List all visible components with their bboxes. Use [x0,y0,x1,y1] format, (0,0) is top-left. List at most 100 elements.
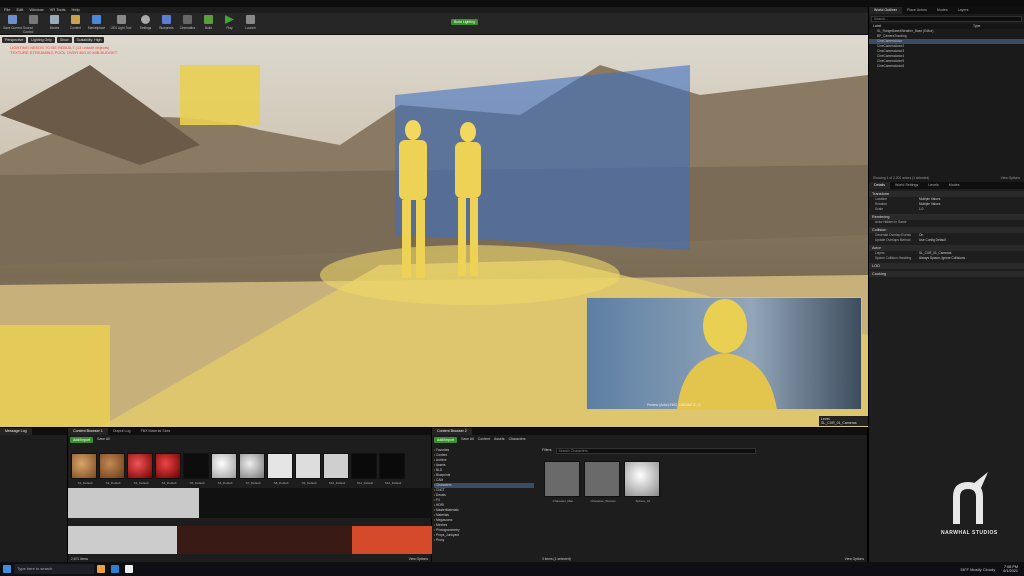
filters-button[interactable]: Filters [542,448,552,454]
add-import-button-2[interactable]: Add/Import [434,437,458,443]
character-figures[interactable] [385,120,495,280]
tab-levels[interactable]: Levels [923,182,943,189]
asset-thumbnail[interactable]: S4_Default [155,453,181,485]
prop-update-overlaps: Update Overlaps Method Use Config Default [875,238,946,242]
play-button[interactable]: Play [219,13,240,34]
save-all-button-2[interactable]: Save All [461,437,474,443]
content-browser-2: Content Browser 2 Add/Import Save All Co… [432,428,868,563]
path-assets[interactable]: Assets [494,437,505,443]
windows-taskbar: Type here to search 56°F Mostly Cloudy 7… [0,562,1024,576]
tab-message-log[interactable]: Message Log [0,428,32,435]
light-tool-icon [116,15,126,24]
marketplace-button[interactable]: Marketplace [86,13,107,34]
outliner-search-input[interactable]: Search... [871,16,1022,22]
modes-icon [50,15,59,24]
show-button[interactable]: Show [56,37,72,43]
content-toolbar-1: Add/Import Save All [68,435,431,445]
system-clock[interactable]: 7:08 PM 6/1/2021 [1003,565,1024,573]
asset-thumbnail[interactable]: S2_Default [99,453,125,485]
asset-thumbnail[interactable]: S5_Default [183,453,209,485]
view-options-1[interactable]: View Options [409,557,428,561]
content-icon [71,15,80,24]
lighting-mode-button[interactable]: Lighting Only [28,37,55,43]
tab-layers[interactable]: Layers [953,7,974,14]
asset-thumbnail[interactable]: S1_Default [71,453,97,485]
asset-sphere[interactable]: Sphere_01 [624,461,660,503]
tab-details[interactable]: Details [869,182,890,189]
content-filter-bar: Filters Search Characters [542,448,756,454]
settings-button[interactable]: Settings [135,13,156,34]
tab-output-log[interactable]: Output Log [108,428,136,435]
asset-thumbnail[interactable]: S11_Default [351,453,377,485]
build-lighting-button[interactable]: Build Lighting [451,19,479,25]
path-characters[interactable]: Characters [509,437,526,443]
content-search-input[interactable]: Search Characters [555,448,756,454]
cinematics-button[interactable]: Cinematics [177,13,198,34]
source-control-icon [29,15,38,24]
tab-modes[interactable]: Modes [944,182,965,189]
asset-character-woman[interactable]: Character_Woman [584,461,620,503]
prop-scale: Scale 1.0 [875,207,924,211]
outliner-view-options[interactable]: View Options [1001,176,1020,180]
folder-item[interactable]: Proxy [434,538,534,543]
viewport-controls: Perspective Lighting Only Show Scalabili… [2,37,105,43]
prop-hidden-in-game: Actor Hidden In Game [875,220,907,224]
outliner-status: Showing 1 of 2,200 actors (1 selected) [873,176,930,180]
folder-tree: Favorites Content Archive Assets BLD Blu… [434,448,534,560]
path-content[interactable]: Content [478,437,490,443]
asset-row-3[interactable] [68,526,432,554]
title-bar [0,0,1024,7]
level-viewport[interactable]: Perspective Lighting Only Show Scalabili… [0,35,868,427]
content-button[interactable]: Content [65,13,86,34]
modes-button[interactable]: Modes [44,13,65,34]
prop-spawn-collision: Spawn Collision Handling Always Spawn, Ig… [875,256,966,260]
asset-thumbnail[interactable]: S8_Default [267,453,293,485]
clapper-icon [183,15,192,24]
save-all-button[interactable]: Save All [97,437,110,443]
asset-row-2[interactable] [68,488,432,518]
source-control-button[interactable]: Source Control [23,13,44,34]
add-import-button[interactable]: Add/Import [70,437,94,443]
gear-icon [141,15,150,24]
weather-widget[interactable]: 56°F Mostly Cloudy [960,567,995,572]
tab-world-settings[interactable]: World Settings [890,182,923,189]
asset-thumbnail[interactable]: S12_Default [379,453,405,485]
taskbar-search-input[interactable]: Type here to search [14,564,94,574]
asset-thumbnail[interactable]: S3_Default [127,453,153,485]
outliner-row[interactable]: CineCameraActor6 [869,64,1024,69]
view-options-2[interactable]: View Options [845,557,864,561]
main-toolbar: Save Current Source Control Modes Conten… [0,13,868,35]
tab-content-browser-2[interactable]: Content Browser 2 [432,428,472,435]
asset-character-man[interactable]: Character_Man [544,461,580,503]
scalability-button[interactable]: Scalability: High [73,37,105,43]
content-status-2: 3 items (1 selected) [542,557,571,561]
blueprints-button[interactable]: Blueprints [156,13,177,34]
play-icon [225,15,234,24]
file-explorer-icon[interactable] [97,565,105,573]
save-button[interactable]: Save Current [2,13,23,34]
asset-thumbnail[interactable]: S9_Default [295,453,321,485]
tab-place-actors[interactable]: Place Actors [902,7,932,14]
launch-button[interactable]: Launch [240,13,261,34]
watermark-text: NARWHAL STUDIOS [941,530,998,536]
camera-preview[interactable]: Preview (Actor) EMG_CINEMATIC_01 [586,297,862,410]
asset-thumbnail[interactable]: S10_Default [323,453,349,485]
tab-world-outliner[interactable]: World Outliner [869,7,902,14]
section-lod[interactable]: LOD [869,263,1024,269]
browser-icon[interactable] [111,565,119,573]
light-tool-button[interactable]: UE4 Light Tool [107,13,135,34]
windows-start-icon[interactable] [3,565,11,573]
type-column-header[interactable]: Type [973,24,980,29]
tab-content-browser-1[interactable]: Content Browser 1 [68,428,108,435]
content-browser-1: Content Browser 1 Output Log FBX Materia… [68,428,432,563]
build-button[interactable]: Build [198,13,219,34]
tab-modes[interactable]: Modes [932,7,953,14]
perspective-button[interactable]: Perspective [2,37,27,43]
asset-thumbnail[interactable]: S7_Default [239,453,265,485]
tab-material-slots[interactable]: FBX Material Slots [136,428,176,435]
unreal-editor-icon[interactable] [125,565,133,573]
section-cooking[interactable]: Cooking [869,271,1024,277]
narwhal-logo [953,472,988,524]
marketplace-icon [92,15,101,24]
asset-thumbnail[interactable]: S6_Default [211,453,237,485]
